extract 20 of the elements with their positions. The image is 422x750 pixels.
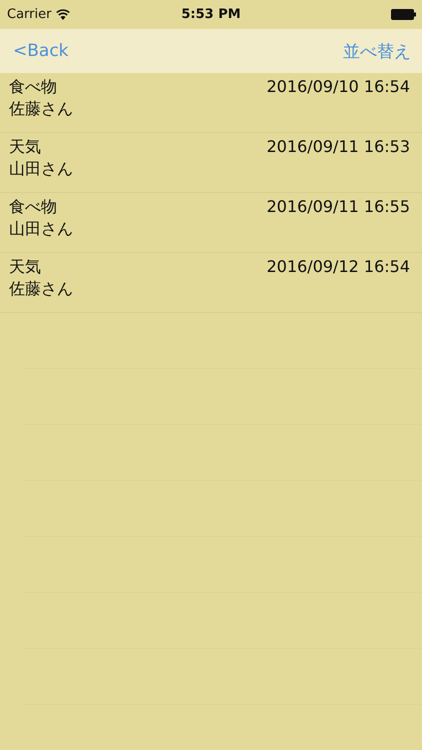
list-row[interactable]: 天気 2016/09/11 16:53 山田さん xyxy=(0,133,422,193)
row-name: 佐藤さん xyxy=(9,279,74,300)
row-name: 山田さん xyxy=(9,159,74,180)
row-name: 佐藤さん xyxy=(9,99,74,120)
battery-icon xyxy=(391,9,416,20)
row-date: 2016/09/12 16:54 xyxy=(266,257,410,278)
row-name: 山田さん xyxy=(9,219,74,240)
carrier-label: Carrier xyxy=(7,7,52,22)
row-title: 天気 xyxy=(9,137,42,158)
wifi-icon xyxy=(56,9,70,20)
list-row[interactable]: 食べ物 2016/09/11 16:55 山田さん xyxy=(0,193,422,253)
row-title: 食べ物 xyxy=(9,77,58,98)
list-row[interactable]: 天気 2016/09/12 16:54 佐藤さん xyxy=(0,253,422,313)
row-date: 2016/09/11 16:53 xyxy=(266,137,410,158)
row-date: 2016/09/11 16:55 xyxy=(266,197,410,218)
row-date: 2016/09/10 16:54 xyxy=(266,77,410,98)
status-time: 5:53 PM xyxy=(181,7,241,22)
row-title: 食べ物 xyxy=(9,197,58,218)
list-row[interactable]: 食べ物 2016/09/10 16:54 佐藤さん xyxy=(0,73,422,133)
row-title: 天気 xyxy=(9,257,42,278)
